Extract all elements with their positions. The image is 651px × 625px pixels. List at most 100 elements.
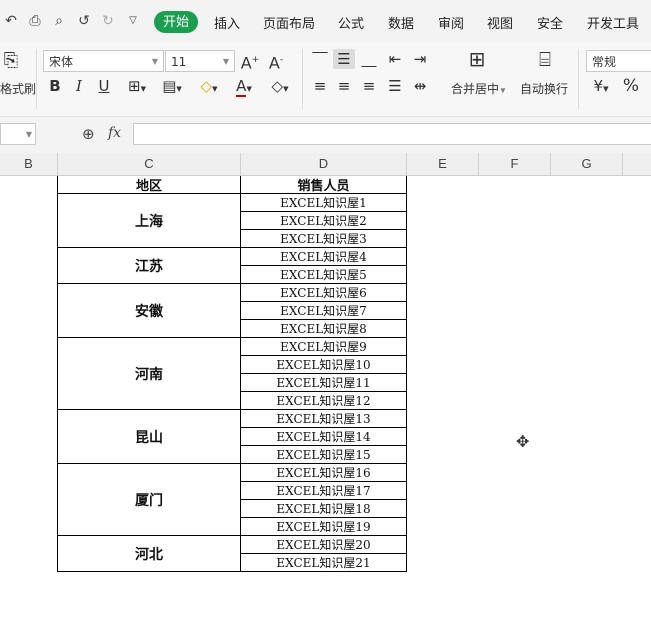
cell-cursor-icon: ✥ xyxy=(516,432,530,451)
column-header-next[interactable] xyxy=(623,153,651,175)
tab-formulas[interactable]: 公式 xyxy=(338,13,364,32)
tab-home[interactable]: 开始 xyxy=(154,11,198,33)
column-header-f[interactable]: F xyxy=(479,153,551,175)
column-header-d[interactable]: D xyxy=(241,153,407,175)
italic-icon[interactable]: I xyxy=(70,76,88,96)
region-cell[interactable]: 安徽 xyxy=(57,284,241,338)
distributed-icon[interactable]: ⇹ xyxy=(409,76,431,96)
print-icon[interactable]: ⎙ xyxy=(26,12,44,30)
fill-color-icon[interactable]: ◇▼ xyxy=(194,76,224,99)
tab-developer[interactable]: 开发工具 xyxy=(587,13,639,32)
wrap-text-icon[interactable]: ⌸ xyxy=(530,49,560,69)
menu-bar: ↶ ⎙ ⌕ ↺ ↻ ▽ 开始 插入 页面布局 公式 数据 审阅 视图 安全 开发… xyxy=(0,0,651,43)
column-header-c[interactable]: C xyxy=(58,153,241,175)
table-header-region[interactable]: 地区 xyxy=(57,176,241,194)
clear-format-icon[interactable]: ◇▼ xyxy=(265,76,295,99)
print-preview-icon[interactable]: ⌕ xyxy=(50,12,68,30)
ribbon: ⎘ 格式刷 宋体 ▼ 11 ▼ A+ A- B I U ⊞▼ ▤▼ ◇▼ A▼ … xyxy=(0,43,651,117)
align-right-icon[interactable]: ≡ xyxy=(358,76,380,96)
justify-icon[interactable]: ☰ xyxy=(384,76,406,96)
salesperson-cell[interactable]: EXCEL知识屋17 xyxy=(241,482,407,500)
number-format-select[interactable]: 常规 xyxy=(586,50,651,72)
decrease-indent-icon[interactable]: ⇤ xyxy=(384,49,406,69)
decrease-font-icon[interactable]: A- xyxy=(266,50,286,73)
salesperson-cell[interactable]: EXCEL知识屋5 xyxy=(241,266,407,284)
increase-font-icon[interactable]: A+ xyxy=(240,50,260,73)
salesperson-cell[interactable]: EXCEL知识屋4 xyxy=(241,248,407,266)
salesperson-cell[interactable]: EXCEL知识屋15 xyxy=(241,446,407,464)
region-cell[interactable]: 河南 xyxy=(57,338,241,410)
align-middle-icon[interactable]: ☰ xyxy=(333,49,355,69)
font-name-value: 宋体 xyxy=(49,55,74,69)
align-top-icon[interactable]: ⎺ xyxy=(309,49,331,69)
salesperson-cell[interactable]: EXCEL知识屋9 xyxy=(241,338,407,356)
font-size-select[interactable]: 11 ▼ xyxy=(165,50,235,72)
salesperson-cell[interactable]: EXCEL知识屋19 xyxy=(241,518,407,536)
percent-button[interactable]: % xyxy=(620,76,642,96)
merge-center-label[interactable]: 合并居中▼ xyxy=(451,80,507,97)
currency-icon[interactable]: ¥▼ xyxy=(588,76,614,99)
salesperson-cell[interactable]: EXCEL知识屋14 xyxy=(241,428,407,446)
salesperson-cell[interactable]: EXCEL知识屋18 xyxy=(241,500,407,518)
table-header-salesperson[interactable]: 销售人员 xyxy=(241,176,407,194)
cell-style-icon[interactable]: ▤▼ xyxy=(157,76,187,99)
salesperson-cell[interactable]: EXCEL知识屋12 xyxy=(241,392,407,410)
salesperson-cell[interactable]: EXCEL知识屋13 xyxy=(241,410,407,428)
column-header-g[interactable]: G xyxy=(551,153,623,175)
wrap-text-label[interactable]: 自动换行 xyxy=(520,80,568,97)
fx-icon[interactable]: fx xyxy=(108,125,121,141)
formula-bar: ▼ ⊕ fx xyxy=(0,117,651,153)
number-format-value: 常规 xyxy=(592,55,617,69)
salesperson-cell[interactable]: EXCEL知识屋6 xyxy=(241,284,407,302)
more-icon[interactable]: ▽ xyxy=(124,12,142,30)
tab-view[interactable]: 视图 xyxy=(487,13,513,32)
column-header-e[interactable]: E xyxy=(407,153,479,175)
salesperson-cell[interactable]: EXCEL知识屋16 xyxy=(241,464,407,482)
chevron-down-icon: ▼ xyxy=(151,57,158,66)
tab-page-layout[interactable]: 页面布局 xyxy=(263,13,315,32)
align-bottom-icon[interactable]: ⎽ xyxy=(358,49,380,69)
salesperson-cell[interactable]: EXCEL知识屋7 xyxy=(241,302,407,320)
tab-review[interactable]: 审阅 xyxy=(438,13,464,32)
divider xyxy=(302,49,303,109)
formula-input[interactable] xyxy=(133,123,651,145)
salesperson-cell[interactable]: EXCEL知识屋21 xyxy=(241,554,407,572)
region-cell[interactable]: 江苏 xyxy=(57,248,241,284)
salesperson-cell[interactable]: EXCEL知识屋3 xyxy=(241,230,407,248)
region-cell[interactable]: 昆山 xyxy=(57,410,241,464)
region-cell[interactable]: 上海 xyxy=(57,194,241,248)
align-left-icon[interactable]: ≡ xyxy=(309,76,331,96)
borders-icon[interactable]: ⊞▼ xyxy=(122,76,152,99)
salesperson-cell[interactable]: EXCEL知识屋8 xyxy=(241,320,407,338)
tab-data[interactable]: 数据 xyxy=(388,13,414,32)
undo-arrow-icon[interactable]: ↺ xyxy=(75,12,93,30)
redo-arrow-icon[interactable]: ↻ xyxy=(99,12,117,30)
salesperson-cell[interactable]: EXCEL知识屋2 xyxy=(241,212,407,230)
bold-icon[interactable]: B xyxy=(46,76,64,96)
column-header-b[interactable]: B xyxy=(0,153,58,175)
region-cell[interactable]: 河北 xyxy=(57,536,241,572)
increase-indent-icon[interactable]: ⇥ xyxy=(409,49,431,69)
undo-icon[interactable]: ↶ xyxy=(2,12,20,30)
align-center-icon[interactable]: ≡ xyxy=(333,76,355,96)
format-painter-icon[interactable]: ⎘ xyxy=(0,51,22,71)
divider xyxy=(578,49,579,109)
sheet-grid: 地区 销售人员 上海 EXCEL知识屋1 EXCEL知识屋2 EXCEL知识屋3 江苏 EXC… xyxy=(0,176,651,625)
salesperson-cell[interactable]: EXCEL知识屋10 xyxy=(241,356,407,374)
font-color-icon[interactable]: A▼ xyxy=(229,76,259,99)
salesperson-cell[interactable]: EXCEL知识屋11 xyxy=(241,374,407,392)
chevron-down-icon: ▼ xyxy=(25,130,32,139)
font-name-select[interactable]: 宋体 ▼ xyxy=(43,50,164,72)
merge-center-icon[interactable]: ⊞ xyxy=(462,49,492,69)
salesperson-cell[interactable]: EXCEL知识屋20 xyxy=(241,536,407,554)
name-box[interactable]: ▼ xyxy=(0,123,36,145)
salesperson-cell[interactable]: EXCEL知识屋1 xyxy=(241,194,407,212)
format-painter-label[interactable]: 格式刷 xyxy=(0,80,36,97)
tab-insert[interactable]: 插入 xyxy=(214,13,240,32)
column-headers: B C D E F G xyxy=(0,153,651,176)
tab-security[interactable]: 安全 xyxy=(537,13,563,32)
zoom-search-icon[interactable]: ⊕ xyxy=(82,125,95,143)
font-size-value: 11 xyxy=(171,55,187,69)
region-cell[interactable]: 厦门 xyxy=(57,464,241,536)
underline-icon[interactable]: U xyxy=(95,76,113,96)
